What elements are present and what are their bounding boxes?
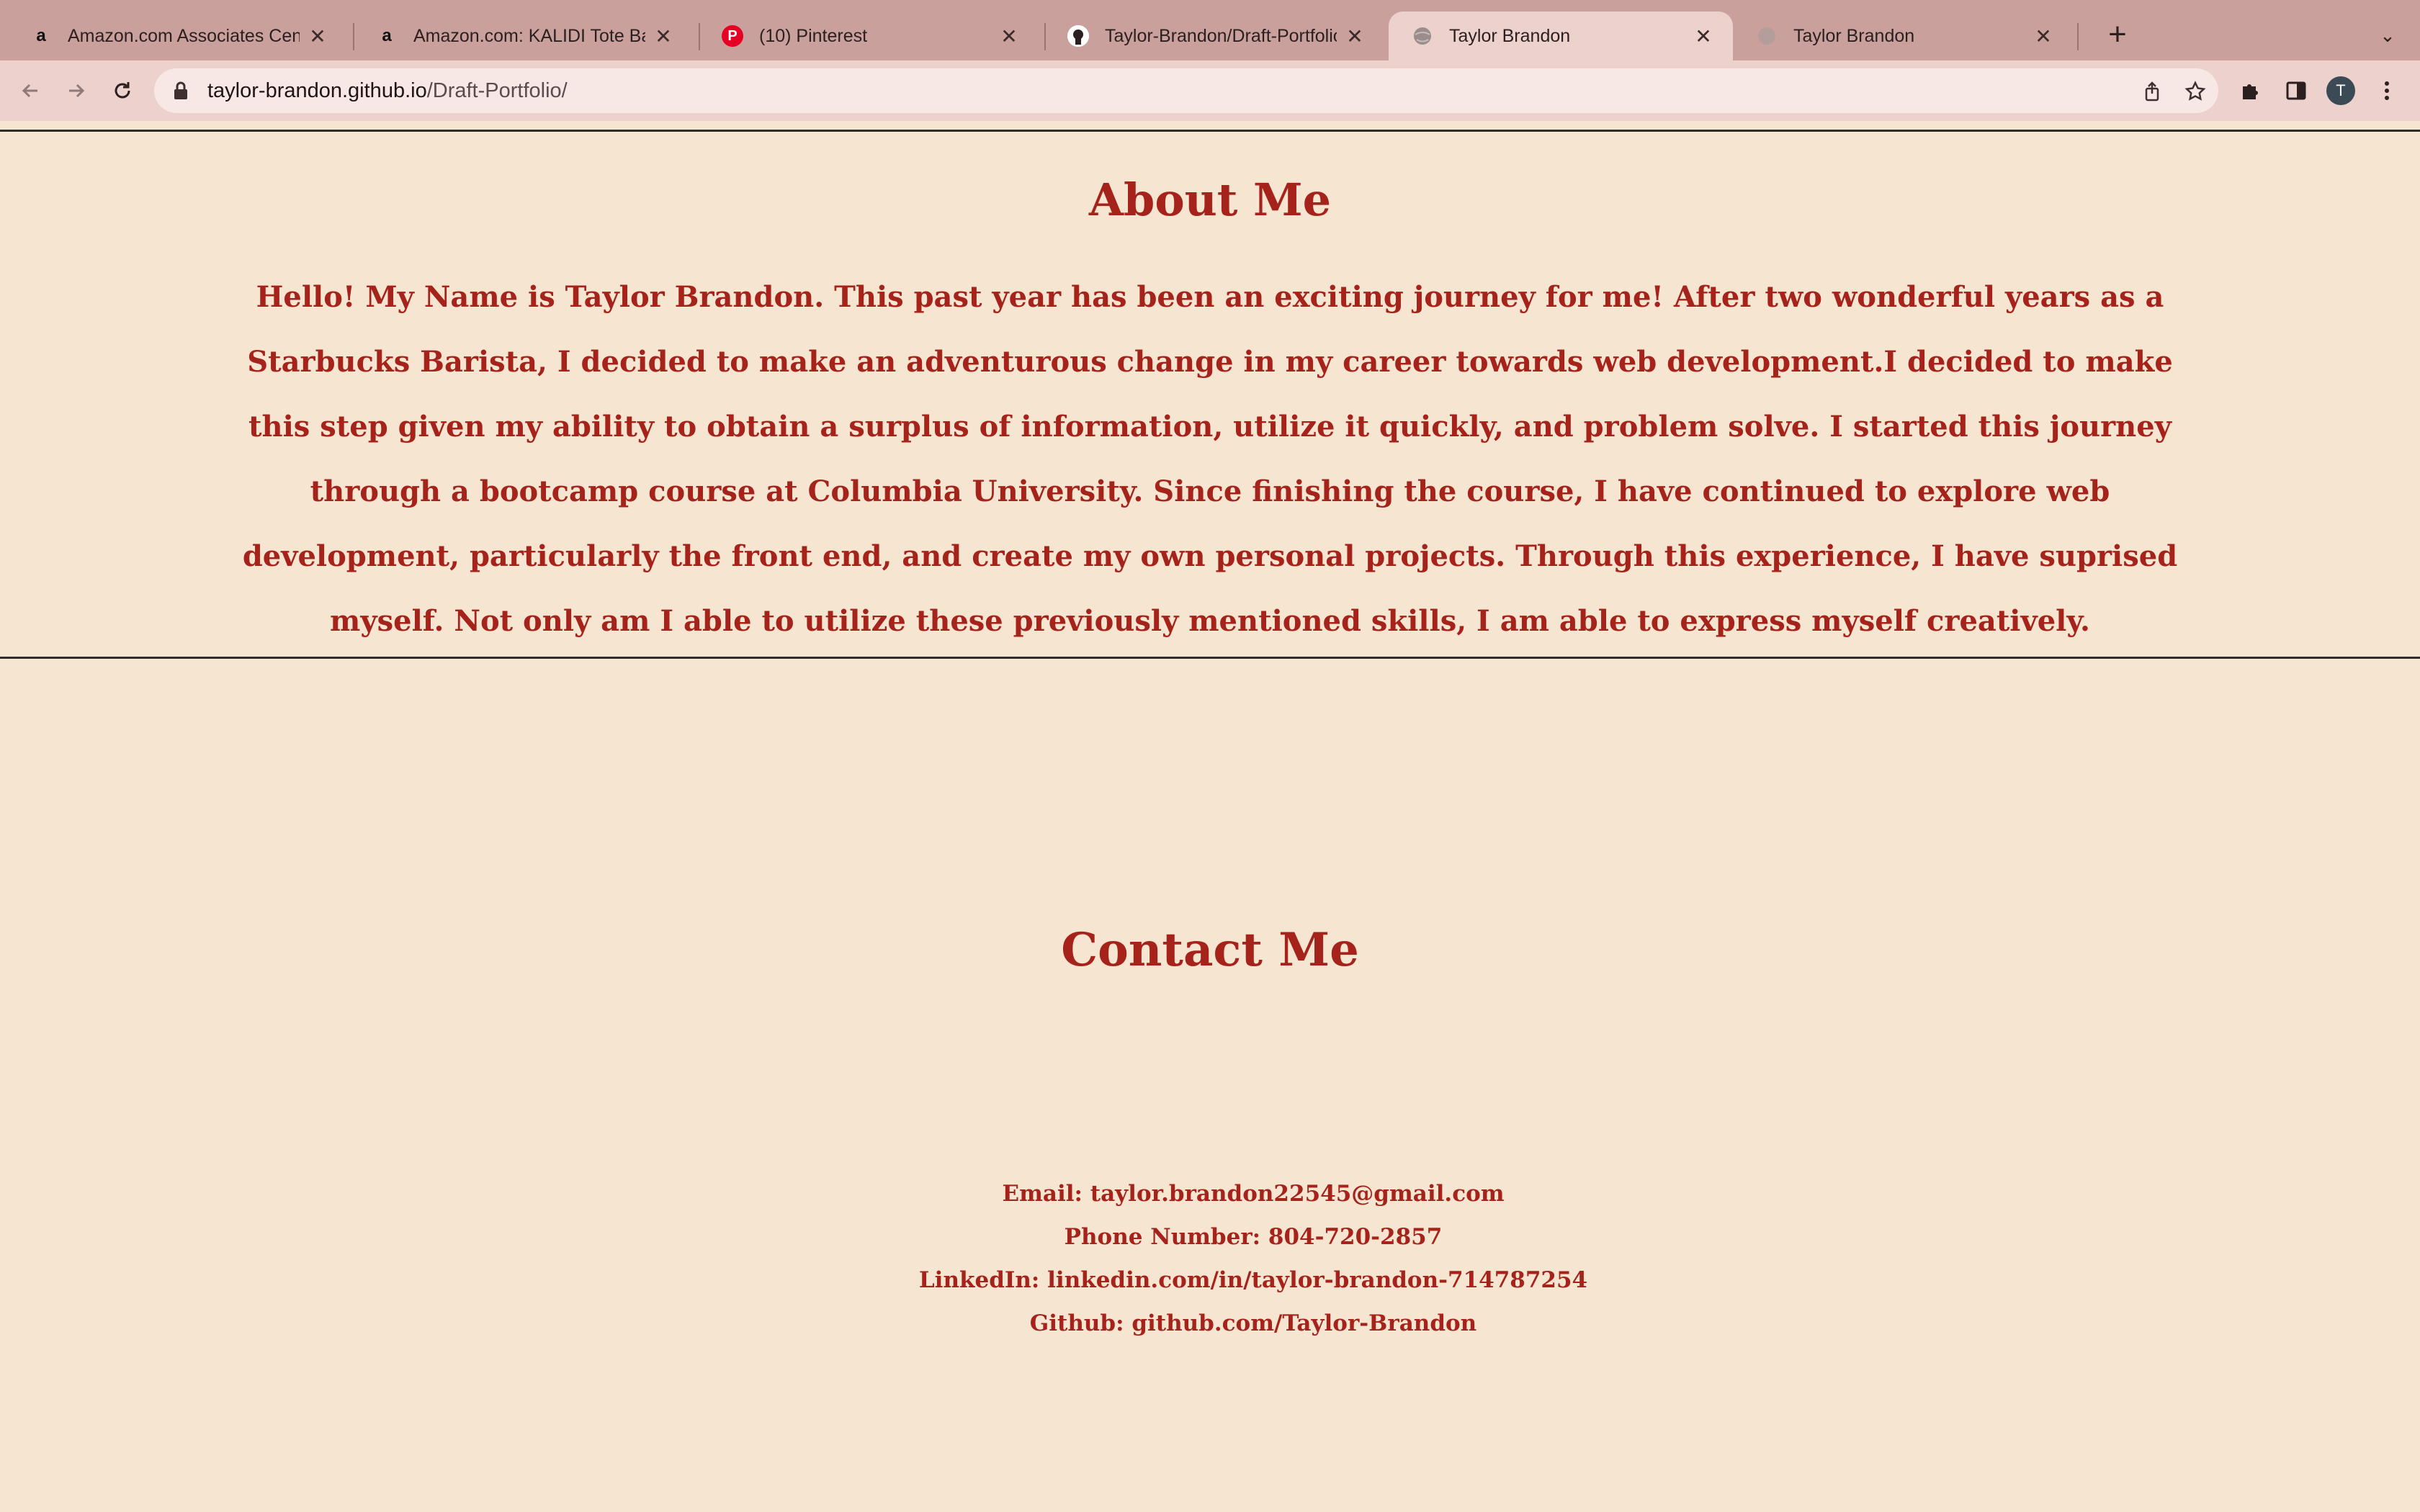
tab-amazon-kalidi[interactable]: a Amazon.com: KALIDI Tote Bag ✕ [353,12,693,60]
bookmark-star-icon[interactable] [2179,76,2211,107]
github-icon [1067,25,1089,47]
section-divider [0,130,2420,132]
extensions-icon[interactable] [2230,71,2270,111]
contact-phone: Phone Number: 804-720-2857 [1064,1224,1443,1250]
close-tab-icon[interactable]: ✕ [998,24,1020,48]
more-menu-icon[interactable] [2367,71,2407,111]
browser-toolbar: taylor-brandon.github.io/Draft-Portfolio… [0,60,2420,121]
about-heading: About Me [1088,174,1332,226]
tab-taylor-brandon-active[interactable]: Taylor Brandon ✕ [1389,12,1733,60]
tab-title: Taylor-Brandon/Draft-Portfolio [1105,25,1337,46]
tab-title: Taylor Brandon [1449,25,1571,46]
tab-amazon-associates[interactable]: a Amazon.com Associates Cent ✕ [7,12,347,60]
contact-email: Email: taylor.brandon22545@gmail.com [1002,1181,1505,1207]
contact-linkedin: LinkedIn: linkedin.com/in/taylor-brandon… [918,1267,1588,1293]
tab-title: Amazon.com Associates Cent [68,25,300,46]
url-path: /Draft-Portfolio/ [426,78,568,102]
forward-icon[interactable] [56,71,97,111]
close-tab-icon[interactable]: ✕ [1693,24,1714,48]
chevron-down-icon[interactable]: ⌄ [2370,16,2406,56]
tab-title: Taylor Brandon [1793,25,1915,46]
avatar: T [2326,76,2355,105]
back-icon[interactable] [10,71,50,111]
tab-title: Amazon.com: KALIDI Tote Bag [413,25,645,46]
close-tab-icon[interactable]: ✕ [653,24,674,48]
contact-list: Email: taylor.brandon22545@gmail.com Pho… [0,1172,2420,1345]
profile-avatar[interactable]: T [2321,71,2361,111]
amazon-icon: a [382,26,392,45]
tab-divider [2077,23,2079,50]
close-tab-icon[interactable]: ✕ [2033,24,2054,48]
globe-icon [1412,25,1433,47]
tab-taylor-brandon[interactable]: Taylor Brandon ✕ [1733,12,2073,60]
close-tab-icon[interactable]: ✕ [1344,24,1366,48]
contact-github: Github: github.com/Taylor-Brandon [1029,1310,1477,1336]
globe-icon [1756,25,1778,47]
share-icon[interactable] [2136,76,2168,107]
side-panel-icon[interactable] [2276,71,2316,111]
close-tab-icon[interactable]: ✕ [307,24,328,48]
address-bar[interactable]: taylor-brandon.github.io/Draft-Portfolio… [154,68,2218,113]
url-host: taylor-brandon.github.io [207,78,427,102]
section-divider [0,657,2420,659]
tab-strip: a Amazon.com Associates Cent ✕ a Amazon.… [0,0,2420,60]
tab-pinterest[interactable]: P (10) Pinterest ✕ [699,12,1039,60]
tab-github[interactable]: Taylor-Brandon/Draft-Portfolio ✕ [1044,12,1384,60]
tab-title: (10) Pinterest [759,25,868,46]
amazon-icon: a [36,26,46,45]
pinterest-icon: P [722,25,743,47]
new-tab-icon[interactable]: + [2096,13,2139,56]
page-content: About Me Hello! My Name is Taylor Brando… [0,121,2420,1512]
lock-icon[interactable] [173,81,194,100]
reload-icon[interactable] [102,71,143,111]
about-paragraph: Hello! My Name is Taylor Brandon. This p… [242,280,2178,638]
contact-heading: Contact Me [1061,923,1359,977]
